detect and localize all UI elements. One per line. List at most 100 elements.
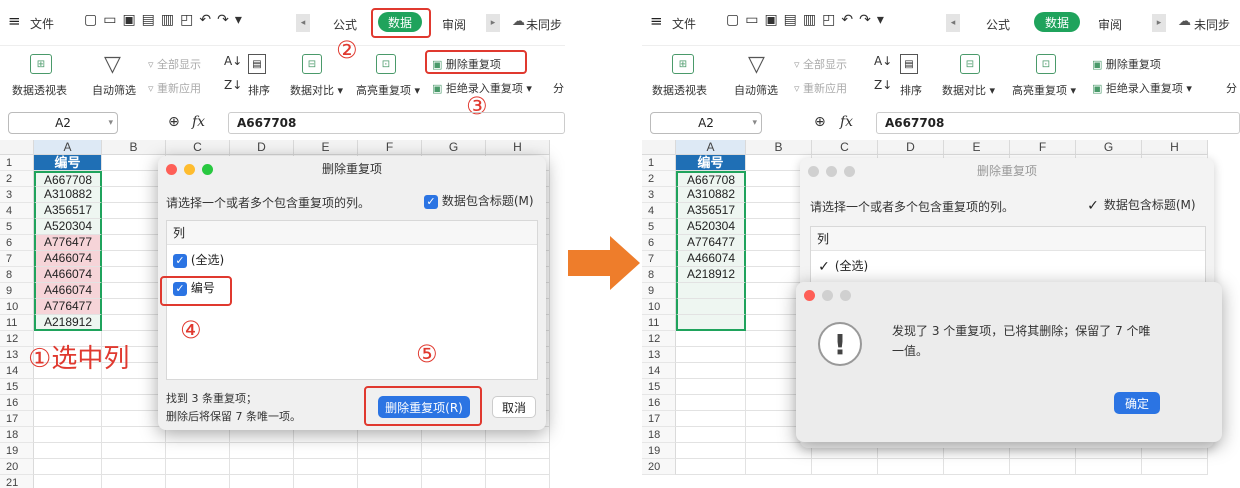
table-cell[interactable] — [102, 443, 166, 459]
table-cell[interactable]: A218912 — [34, 315, 102, 331]
scroll-right-icon[interactable]: ▸ — [486, 14, 500, 32]
table-cell[interactable] — [166, 459, 230, 475]
table-cell[interactable] — [34, 379, 102, 395]
row-header[interactable]: 17 — [0, 411, 34, 427]
row-header[interactable]: 12 — [642, 331, 676, 347]
table-cell[interactable]: A356517 — [34, 203, 102, 219]
name-box[interactable]: A2 ▾ — [8, 112, 118, 134]
row-header[interactable]: 1 — [0, 155, 34, 171]
name-box[interactable]: A2 ▾ — [650, 112, 762, 134]
table-cell[interactable] — [676, 379, 746, 395]
table-cell[interactable] — [358, 475, 422, 488]
row-header[interactable]: 11 — [642, 315, 676, 331]
row-header[interactable]: 10 — [0, 299, 34, 315]
tab-review[interactable]: 审阅 — [442, 16, 466, 33]
sync-status[interactable]: 未同步 — [526, 16, 562, 33]
table-cell[interactable] — [1142, 459, 1208, 475]
row-header[interactable]: 5 — [642, 219, 676, 235]
select-all-checkbox[interactable]: ✓ (全选) — [817, 257, 868, 274]
row-header[interactable]: 15 — [0, 379, 34, 395]
formula-input[interactable]: A667708 — [228, 112, 565, 134]
row-header[interactable]: 5 — [0, 219, 34, 235]
row-header[interactable]: 4 — [642, 203, 676, 219]
table-cell[interactable] — [102, 171, 166, 187]
scroll-right-icon[interactable]: ▸ — [1152, 14, 1166, 32]
table-cell[interactable] — [102, 411, 166, 427]
table-cell[interactable] — [676, 283, 746, 299]
table-cell[interactable] — [676, 315, 746, 331]
table-cell[interactable]: A776477 — [676, 235, 746, 251]
sort-button[interactable]: 排序 — [900, 82, 922, 98]
show-all-button[interactable]: ▿ 全部显示 — [794, 56, 847, 72]
maximize-icon[interactable] — [202, 164, 213, 175]
tab-review[interactable]: 审阅 — [1098, 16, 1122, 33]
table-cell[interactable] — [294, 443, 358, 459]
select-all-corner[interactable] — [642, 140, 676, 155]
table-cell[interactable] — [944, 459, 1010, 475]
table-cell[interactable] — [676, 395, 746, 411]
table-cell[interactable] — [486, 459, 550, 475]
table-cell[interactable] — [676, 363, 746, 379]
tab-data[interactable]: 数据 — [1034, 12, 1080, 32]
reapply-button[interactable]: ▿ 重新应用 — [794, 80, 847, 96]
row-header[interactable]: 16 — [0, 395, 34, 411]
table-cell[interactable] — [676, 331, 746, 347]
cancel-button[interactable]: 取消 — [492, 396, 536, 418]
table-cell[interactable] — [358, 443, 422, 459]
tab-formula[interactable]: 公式 — [333, 16, 357, 33]
zoom-icon[interactable]: ⊕ — [168, 114, 180, 130]
table-cell[interactable] — [294, 459, 358, 475]
sort-desc-icon[interactable]: Z↓ — [224, 78, 242, 92]
column-header-h[interactable]: H — [1142, 140, 1208, 155]
maximize-icon[interactable] — [844, 166, 855, 177]
data-compare-button[interactable]: 数据对比 ▾ — [290, 82, 343, 98]
select-all-corner[interactable] — [0, 140, 34, 155]
minimize-icon[interactable] — [826, 166, 837, 177]
data-compare-button[interactable]: 数据对比 ▾ — [942, 82, 995, 98]
table-cell[interactable]: A520304 — [34, 219, 102, 235]
table-cell[interactable]: A356517 — [676, 203, 746, 219]
table-cell[interactable]: A667708 — [676, 171, 746, 187]
table-cell[interactable] — [422, 475, 486, 488]
scroll-left-icon[interactable]: ◂ — [946, 14, 960, 32]
row-header[interactable]: 21 — [0, 475, 34, 488]
fx-icon[interactable]: fx — [840, 114, 853, 130]
table-cell[interactable] — [102, 283, 166, 299]
row-header[interactable]: 6 — [642, 235, 676, 251]
table-cell[interactable] — [166, 443, 230, 459]
column-header-f[interactable]: F — [358, 140, 422, 155]
table-cell[interactable] — [676, 299, 746, 315]
table-cell[interactable] — [102, 459, 166, 475]
table-cell[interactable] — [676, 443, 746, 459]
autofilter-button[interactable]: 自动筛选 — [734, 82, 778, 98]
file-menu[interactable]: 文件 — [672, 15, 696, 32]
table-cell[interactable] — [486, 443, 550, 459]
row-header[interactable]: 4 — [0, 203, 34, 219]
close-icon[interactable] — [804, 290, 815, 301]
column-header-h[interactable]: H — [486, 140, 550, 155]
ok-button[interactable]: 确定 — [1114, 392, 1160, 414]
table-cell[interactable]: A466074 — [34, 251, 102, 267]
row-header[interactable]: 10 — [642, 299, 676, 315]
row-header[interactable]: 20 — [642, 459, 676, 475]
table-cell[interactable] — [102, 379, 166, 395]
table-cell[interactable] — [34, 395, 102, 411]
table-cell[interactable] — [102, 315, 166, 331]
table-cell[interactable] — [102, 475, 166, 488]
has-header-checkbox[interactable]: ✓ 数据包含标题(M) — [424, 192, 534, 209]
table-cell[interactable] — [746, 459, 812, 475]
quick-access-icons[interactable]: ▢▭▣▤▥◰↶↷▾ — [84, 12, 248, 28]
table-cell[interactable]: 编号 — [676, 155, 746, 171]
table-cell[interactable] — [166, 475, 230, 488]
maximize-icon[interactable] — [840, 290, 851, 301]
highlight-dup-button[interactable]: 高亮重复项 ▾ — [356, 82, 420, 98]
column-header-c[interactable]: C — [812, 140, 878, 155]
table-cell[interactable] — [230, 443, 294, 459]
table-cell[interactable] — [676, 411, 746, 427]
sync-status[interactable]: 未同步 — [1194, 16, 1230, 33]
reject-dup-button[interactable]: ▣ 拒绝录入重复项 ▾ — [1092, 80, 1192, 96]
table-cell[interactable]: 编号 — [34, 155, 102, 171]
file-menu[interactable]: 文件 — [30, 15, 54, 32]
table-cell[interactable] — [230, 475, 294, 488]
table-cell[interactable]: A310882 — [676, 187, 746, 203]
